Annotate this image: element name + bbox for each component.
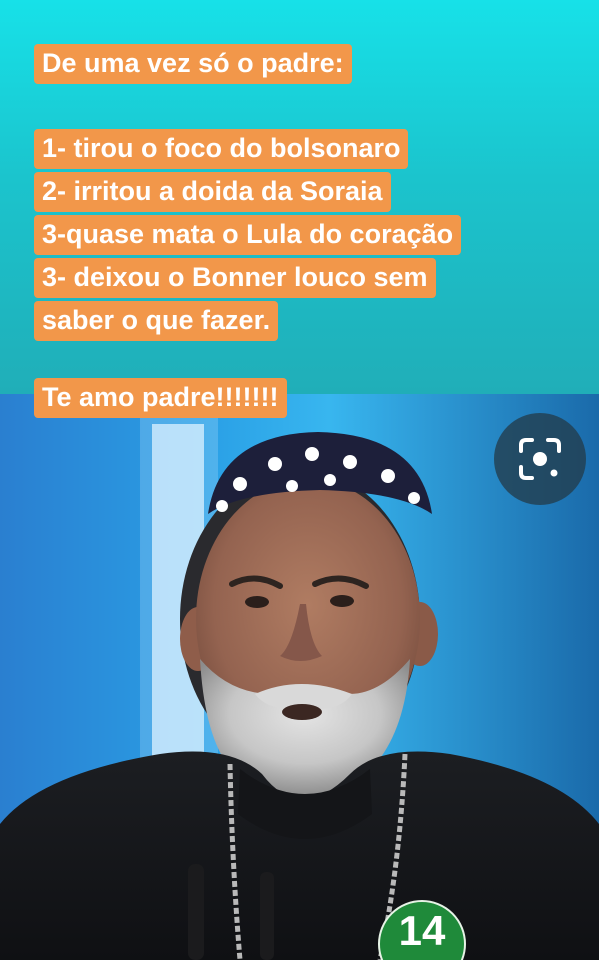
google-lens-icon [519, 438, 561, 480]
caption-heading: De uma vez só o padre: [34, 44, 352, 84]
caption-list-item: 1- tirou o foco do bolsonaro [34, 129, 409, 169]
caption-closing: Te amo padre!!!!!!! [34, 378, 287, 418]
lens-button[interactable] [494, 413, 586, 505]
badge-number: 14 [398, 907, 446, 954]
caption-list-item: 3- deixou o Bonner louco sem [34, 258, 436, 298]
caption-list-item: 2- irritou a doida da Soraia [34, 172, 391, 212]
caption-list-item: 3-quase mata o Lula do coração [34, 215, 462, 255]
caption-list-item: saber o que fazer. [34, 301, 279, 341]
